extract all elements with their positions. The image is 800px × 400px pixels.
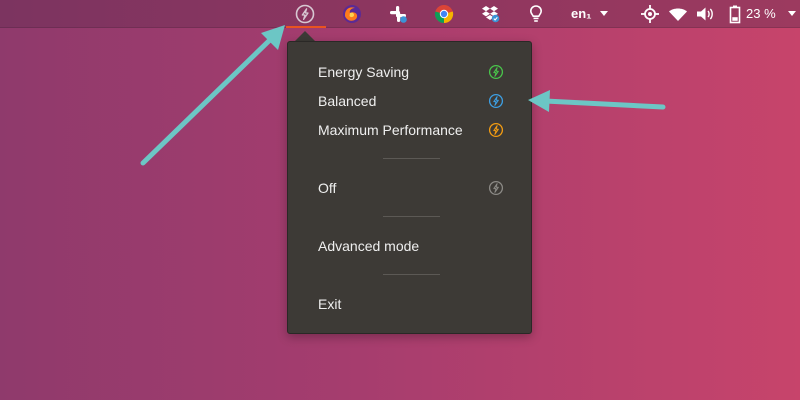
volume-indicator[interactable]	[694, 2, 716, 26]
menu-item-label: Energy Saving	[318, 64, 410, 80]
wifi-icon	[669, 8, 687, 21]
chrome-icon	[434, 5, 454, 24]
power-green-icon	[488, 64, 504, 80]
top-panel: en₁ 23 %	[0, 0, 800, 28]
power-mode-icon	[295, 4, 315, 24]
menu-item-label: Balanced	[318, 93, 377, 109]
menu-item-label: Exit	[318, 296, 342, 312]
dropbox-indicator[interactable]	[480, 2, 502, 26]
battery-indicator[interactable]	[724, 2, 746, 26]
battery-icon	[729, 5, 741, 24]
menu-item-exit[interactable]: Exit	[318, 294, 528, 314]
menu-item-energy-saving[interactable]: Energy Saving	[318, 62, 528, 82]
active-indicator-underline	[286, 26, 326, 28]
menu-item-balanced[interactable]: Balanced	[318, 91, 528, 111]
crosshair-indicator[interactable]	[639, 2, 661, 26]
arrow-to-balanced	[528, 90, 666, 112]
power-gray-icon	[488, 180, 504, 196]
slack-indicator[interactable]	[387, 2, 409, 26]
wifi-indicator[interactable]	[667, 2, 689, 26]
menu-item-label: Off	[318, 180, 337, 196]
menu-item-label: Maximum Performance	[318, 122, 463, 138]
keyboard-language-indicator[interactable]: en₁	[571, 6, 592, 22]
firefox-icon	[343, 5, 361, 23]
arrow-to-panel-icon	[140, 25, 285, 166]
lightbulb-icon	[529, 5, 543, 22]
slack-icon	[390, 6, 407, 23]
menu-separator	[383, 216, 440, 217]
menu-item-advanced-mode[interactable]: Advanced mode	[318, 236, 528, 256]
power-orange-icon	[488, 122, 504, 138]
crosshair-icon	[641, 5, 659, 23]
popup-notch	[295, 31, 315, 41]
chrome-indicator[interactable]	[433, 2, 455, 26]
battery-percentage: 23 %	[746, 6, 776, 21]
menu-separator	[383, 274, 440, 275]
chevron-down-icon	[788, 11, 796, 16]
power-mode-menu: Energy Saving Balanced Maximum Performan…	[287, 41, 532, 334]
power-mode-indicator[interactable]	[294, 2, 316, 26]
menu-item-off[interactable]: Off	[318, 178, 528, 198]
menu-separator	[383, 158, 440, 159]
volume-icon	[697, 7, 713, 21]
menu-item-label: Advanced mode	[318, 238, 420, 254]
firefox-indicator[interactable]	[341, 2, 363, 26]
dropbox-icon	[482, 6, 500, 23]
lightbulb-indicator[interactable]	[525, 2, 547, 26]
power-blue-icon	[488, 93, 504, 109]
menu-item-maximum-performance[interactable]: Maximum Performance	[318, 120, 528, 140]
chevron-down-icon	[600, 11, 608, 16]
